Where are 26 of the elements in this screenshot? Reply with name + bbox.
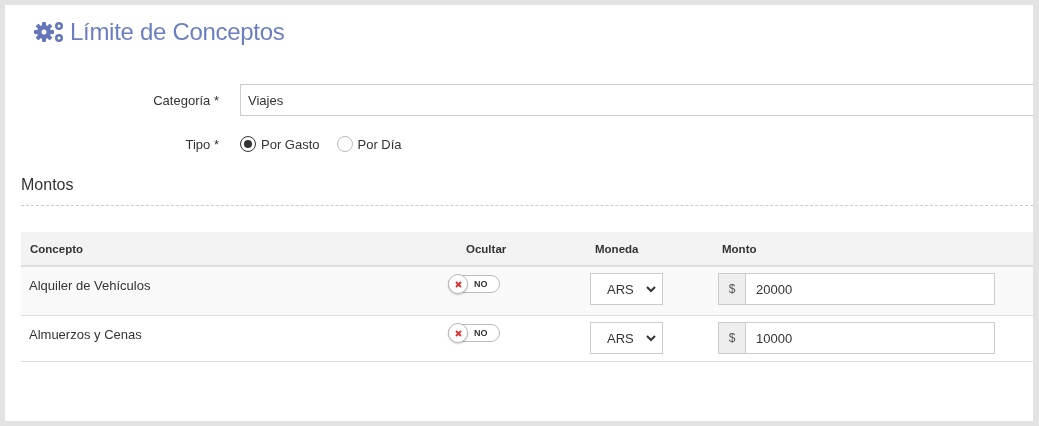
category-field[interactable]: Viajes xyxy=(240,84,1033,116)
caret-icon xyxy=(645,334,656,342)
currency-select[interactable]: ARS xyxy=(590,273,663,305)
page-title: Límite de Conceptos xyxy=(70,18,285,46)
radio-label[interactable]: Por Día xyxy=(357,136,402,152)
amount-field[interactable]: 20000 xyxy=(746,273,995,305)
currency-select[interactable]: ARS xyxy=(590,322,663,354)
close-icon xyxy=(454,329,462,337)
radio-label[interactable]: Por Gasto xyxy=(261,136,320,152)
dollar-addon: $ xyxy=(718,273,746,305)
caret-icon xyxy=(645,285,656,293)
gears-icon xyxy=(34,21,66,43)
column-header: Ocultar xyxy=(465,242,507,255)
section-title: Montos xyxy=(21,176,75,194)
hide-toggle[interactable]: NO xyxy=(448,324,500,342)
dollar-addon: $ xyxy=(718,322,746,354)
table-cell: Almuerzos y Cenas xyxy=(29,327,142,342)
table-cell: Alquiler de Vehículos xyxy=(29,278,151,293)
amount-field[interactable]: 10000 xyxy=(746,322,995,354)
column-header: Concepto xyxy=(29,242,84,255)
column-header: Moneda xyxy=(594,242,639,255)
column-header: Monto xyxy=(721,242,757,255)
type-label: Tipo * xyxy=(184,136,220,152)
hide-toggle[interactable]: NO xyxy=(448,275,500,293)
category-label: Categoría * xyxy=(152,92,220,108)
close-icon xyxy=(454,280,462,288)
